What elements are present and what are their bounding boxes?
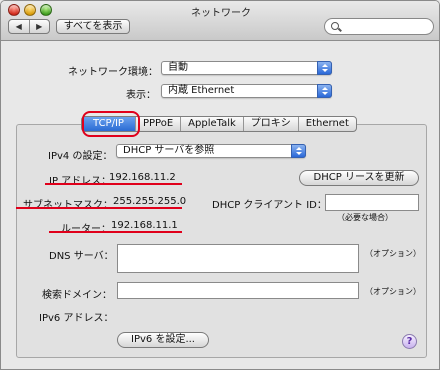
location-value: 自動: [168, 62, 188, 73]
search-domain-field[interactable]: [117, 282, 359, 299]
router-value: 192.168.11.1: [111, 220, 178, 231]
window-title: ネットワーク: [191, 8, 251, 19]
show-popup[interactable]: 内蔵 Ethernet: [161, 84, 332, 98]
tab-annotation-circle: [82, 111, 140, 137]
subnet-value: 255.255.255.0: [113, 196, 187, 207]
location-popup[interactable]: 自動: [161, 61, 332, 75]
popup-arrows-icon: [291, 144, 306, 158]
dhcp-client-id-label: DHCP クライアント ID：: [212, 200, 327, 211]
search-icon: [331, 22, 339, 30]
ipv6-address-label: IPv6 アドレス：: [39, 313, 114, 324]
configure-ipv6-button[interactable]: IPv6 を設定...: [117, 332, 209, 348]
show-all-button[interactable]: すべてを表示: [56, 19, 130, 34]
show-value: 内蔵 Ethernet: [168, 85, 235, 96]
dns-hint: （オプション）: [365, 249, 421, 258]
popup-arrows-icon: [317, 84, 332, 98]
dns-servers-field[interactable]: [117, 244, 359, 273]
annotation-underline: [49, 231, 182, 233]
ipv4-label: IPv4 の設定：: [48, 151, 113, 162]
tab-ethernet[interactable]: Ethernet: [299, 117, 356, 131]
ipv4-popup[interactable]: DHCP サーバを参照: [116, 144, 306, 158]
location-label: ネットワーク環境：: [68, 67, 158, 78]
dhcp-client-id-hint: （必要な場合）: [337, 213, 393, 222]
back-arrow-icon[interactable]: ◀: [9, 20, 30, 33]
annotation-underline: [45, 183, 182, 185]
ipv4-value: DHCP サーバを参照: [123, 145, 215, 156]
search-field[interactable]: [324, 18, 434, 35]
show-label: 表示：: [126, 90, 156, 101]
tab-proxy[interactable]: プロキシ: [244, 117, 299, 131]
forward-arrow-icon[interactable]: ▶: [30, 20, 50, 33]
dhcp-client-id-field[interactable]: [325, 194, 419, 211]
network-preferences-window: ネットワーク ◀ ▶ すべてを表示 ネットワーク環境： 自動 表示： 内蔵 Et…: [0, 0, 440, 370]
search-domain-label: 検索ドメイン：: [42, 290, 112, 301]
ip-address-value: 192.168.11.2: [109, 172, 176, 183]
help-icon[interactable]: ?: [402, 334, 417, 349]
popup-arrows-icon: [317, 61, 332, 75]
search-domain-hint: （オプション）: [365, 287, 421, 296]
annotation-underline: [16, 207, 182, 209]
dns-label: DNS サーバ：: [49, 251, 114, 262]
title-bar: ネットワーク ◀ ▶ すべてを表示: [1, 1, 439, 41]
back-forward-buttons: ◀ ▶: [8, 19, 50, 34]
renew-dhcp-button[interactable]: DHCP リースを更新: [299, 170, 419, 186]
tab-pppoe[interactable]: PPPoE: [136, 117, 182, 131]
tab-appletalk[interactable]: AppleTalk: [181, 117, 244, 131]
